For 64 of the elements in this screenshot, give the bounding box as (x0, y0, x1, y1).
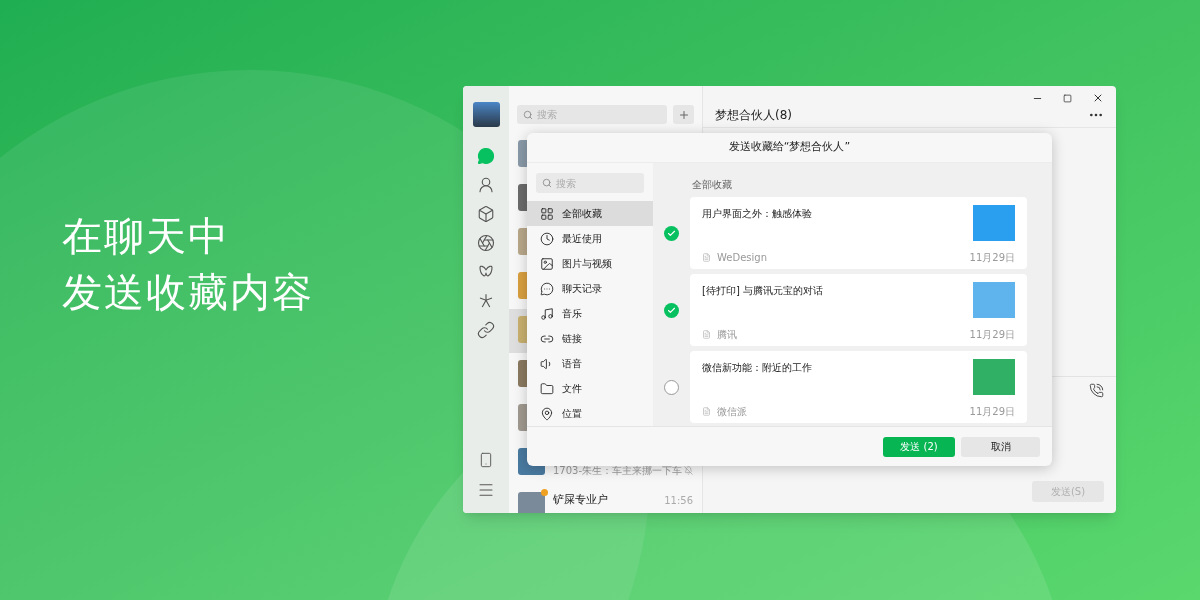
chat-name: 铲屎专业户 (553, 492, 608, 508)
avatar-photo (472, 102, 500, 127)
folder-icon (540, 381, 554, 396)
favorite-card[interactable]: 微信新功能：附近的工作 微信派 11月29日 (690, 351, 1027, 423)
category-item[interactable]: 最近使用 (527, 226, 653, 251)
image-icon (540, 256, 554, 271)
headline: 发送收藏内容 (62, 268, 315, 317)
menu-icon[interactable] (477, 481, 495, 499)
chat-time: 11:56 (664, 493, 693, 508)
location-icon (540, 406, 554, 421)
category-item[interactable]: 全部收藏 (527, 201, 653, 226)
contacts-icon[interactable] (477, 176, 495, 194)
plus-icon (677, 108, 690, 121)
card-title: [待打印] 与腾讯元宝的对话 (702, 284, 824, 298)
category-item[interactable]: 图片与视频 (527, 251, 653, 276)
category-item[interactable]: 文件 (527, 376, 653, 401)
source-icon (702, 253, 711, 262)
card-title: 用户界面之外：触感体验 (702, 207, 813, 221)
source-icon (702, 407, 711, 416)
category-label: 音乐 (562, 307, 582, 321)
phone-icon[interactable] (478, 451, 494, 469)
phone-call-icon[interactable] (1089, 383, 1104, 398)
category-item[interactable]: 音乐 (527, 301, 653, 326)
sparkle-icon[interactable] (477, 292, 495, 310)
card-source: 腾讯 (717, 328, 737, 342)
category-item[interactable]: 聊天记录 (527, 276, 653, 301)
section-title: 全部收藏 (692, 178, 733, 192)
link-icon[interactable] (477, 321, 495, 339)
maximize-icon[interactable] (1063, 93, 1072, 103)
headline: 在聊天中 (62, 212, 231, 261)
category-label: 图片与视频 (562, 257, 612, 271)
category-label: 聊天记录 (562, 282, 602, 296)
card-date: 11月29日 (969, 405, 1015, 419)
cube-icon[interactable] (477, 205, 495, 223)
search-icon (542, 178, 552, 188)
music-icon (540, 306, 554, 321)
favorite-card[interactable]: [待打印] 与腾讯元宝的对话 腾讯 11月29日 (690, 274, 1027, 346)
clock-icon (540, 231, 554, 246)
category-label: 文件 (562, 382, 582, 396)
avatar-photo (518, 492, 545, 513)
card-source: WeDesign (717, 251, 767, 265)
search-icon (523, 109, 533, 120)
category-item[interactable]: 链接 (527, 326, 653, 351)
category-label: 最近使用 (562, 232, 602, 246)
close-icon[interactable] (1092, 92, 1104, 104)
category-item[interactable]: 语音 (527, 351, 653, 376)
card-title: 微信新功能：附近的工作 (702, 361, 813, 375)
card-date: 11月29日 (969, 251, 1015, 265)
grid-icon (540, 206, 554, 221)
card-source: 微信派 (717, 405, 747, 419)
cancel-button[interactable]: 取消 (961, 436, 1040, 457)
category-label: 位置 (562, 407, 582, 421)
chat-title: 梦想合伙人(8) (715, 106, 792, 124)
dialog-title: 发送收藏给“梦想合伙人” (728, 139, 851, 156)
category-label: 语音 (562, 357, 582, 371)
card-date: 11月29日 (969, 328, 1015, 342)
category-item[interactable]: 位置 (527, 401, 653, 426)
chat-item[interactable]: 铲屎专业户 11:56 (509, 485, 702, 513)
category-label: 全部收藏 (562, 207, 602, 221)
favorite-card[interactable]: 用户界面之外：触感体验 WeDesign 11月29日 (690, 197, 1027, 269)
chat-bubble-icon (540, 281, 554, 296)
aperture-icon[interactable] (477, 234, 495, 252)
source-icon (702, 330, 711, 339)
category-label: 链接 (562, 332, 582, 346)
